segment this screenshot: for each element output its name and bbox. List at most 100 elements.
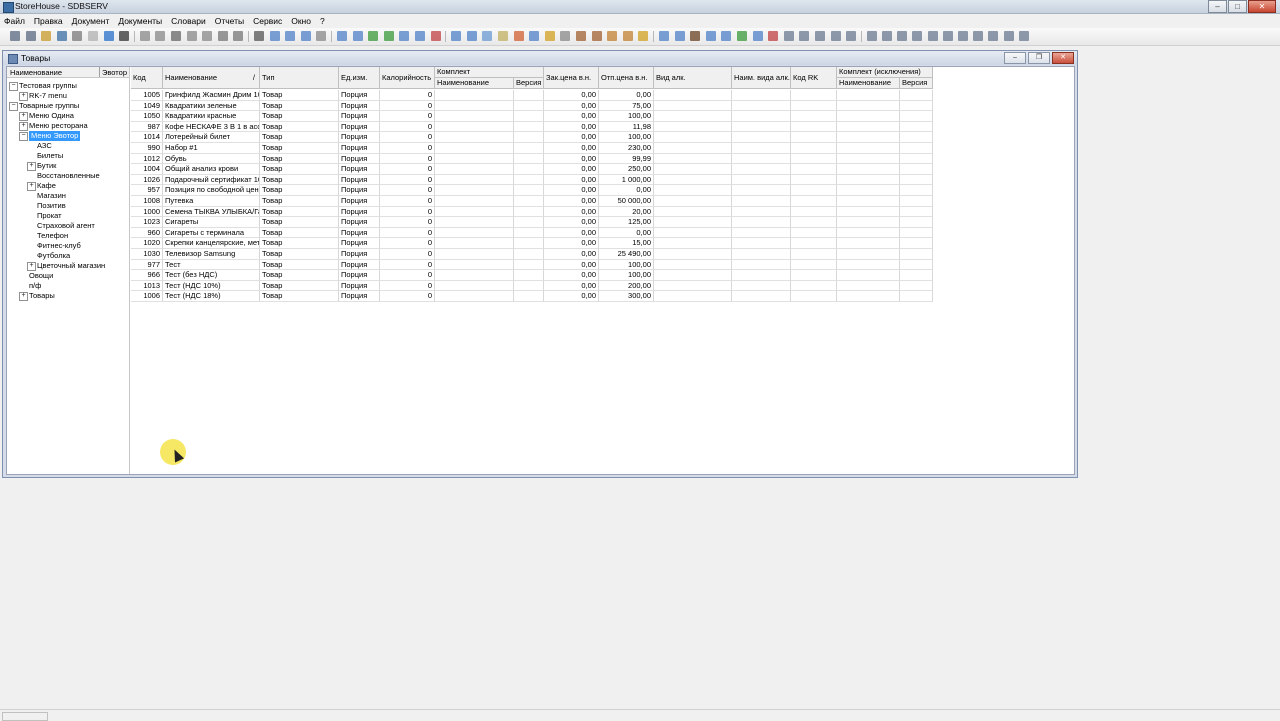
cell-unit[interactable]: Порция <box>339 90 380 101</box>
table-row[interactable]: 1049 Квадратики зеленые Товар Порция 0 0,00 75… <box>131 100 933 112</box>
cell-kitex-ver[interactable] <box>900 249 933 260</box>
cell-alc[interactable] <box>654 249 732 260</box>
cell-buy[interactable]: 0,00 <box>544 227 599 239</box>
collapse-icon[interactable]: − <box>9 82 18 91</box>
cell-alcname[interactable] <box>732 196 791 207</box>
cell-cal[interactable]: 0 <box>380 270 435 281</box>
cell-rk[interactable] <box>791 259 837 271</box>
cell-buy[interactable]: 0,00 <box>544 238 599 249</box>
cell-alcname[interactable] <box>732 259 791 271</box>
cell-kod[interactable]: 1000 <box>131 206 163 218</box>
toolbar-button[interactable] <box>674 31 685 41</box>
column-header-kitex-ver[interactable]: Версия <box>900 78 933 89</box>
toolbar-button[interactable] <box>10 31 20 41</box>
cell-kod[interactable]: 990 <box>131 143 163 154</box>
cell-sell[interactable]: 100,00 <box>599 270 654 281</box>
cell-rk[interactable] <box>791 111 837 122</box>
cell-unit[interactable]: Порция <box>339 111 380 122</box>
toolbar-button[interactable] <box>88 31 98 41</box>
cell-cal[interactable]: 0 <box>380 227 435 239</box>
cell-sell[interactable]: 230,00 <box>599 143 654 154</box>
toolbar-button[interactable] <box>752 31 763 41</box>
cell-kod[interactable]: 957 <box>131 185 163 196</box>
column-header-kod[interactable]: Код <box>131 67 163 89</box>
cell-alcname[interactable] <box>732 270 791 281</box>
cell-kit-ver[interactable] <box>514 291 544 302</box>
cell-alcname[interactable] <box>732 132 791 143</box>
toolbar-button[interactable] <box>897 31 908 41</box>
toolbar-button[interactable] <box>513 31 524 41</box>
table-row[interactable]: 1030 Телевизор Samsung Товар Порция 0 0,00 25 … <box>131 249 933 260</box>
cell-unit[interactable]: Порция <box>339 259 380 271</box>
cell-name[interactable]: Квадратики красные <box>163 111 260 122</box>
cell-unit[interactable]: Порция <box>339 143 380 154</box>
cell-kit-name[interactable] <box>435 238 514 249</box>
table-row[interactable]: 1005 Гринфилд Жасмин Дрим 100 Товар Порция 0… <box>131 90 933 101</box>
cell-cal[interactable]: 0 <box>380 100 435 112</box>
cell-alc[interactable] <box>654 270 732 281</box>
toolbar-button[interactable] <box>368 31 379 41</box>
cell-sell[interactable]: 200,00 <box>599 280 654 292</box>
toolbar-button[interactable] <box>544 31 555 41</box>
cell-name[interactable]: Сигареты с терминала <box>163 227 260 239</box>
cell-name[interactable]: Лотерейный билет <box>163 132 260 143</box>
toolbar-button[interactable] <box>882 31 892 41</box>
cell-kitex-ver[interactable] <box>900 111 933 122</box>
cell-name[interactable]: Кофе НЕСКАФЕ 3 В 1 в асс <box>163 121 260 133</box>
cell-rk[interactable] <box>791 291 837 302</box>
cell-kitex-ver[interactable] <box>900 100 933 112</box>
cell-kit-name[interactable] <box>435 90 514 101</box>
cell-kit-name[interactable] <box>435 217 514 228</box>
toolbar-button[interactable] <box>576 31 586 41</box>
cell-sell[interactable]: 0,00 <box>599 90 654 101</box>
cell-sell[interactable]: 99,99 <box>599 153 654 165</box>
cell-unit[interactable]: Порция <box>339 153 380 165</box>
toolbar-button[interactable] <box>186 31 197 41</box>
cell-sell[interactable]: 25 490,00 <box>599 249 654 260</box>
cell-sell[interactable]: 11,98 <box>599 121 654 133</box>
cell-type[interactable]: Товар <box>260 90 339 101</box>
cell-alc[interactable] <box>654 238 732 249</box>
cell-kod[interactable]: 1014 <box>131 132 163 143</box>
toolbar-button[interactable] <box>988 31 999 41</box>
table-row[interactable]: 1014 Лотерейный билет Товар Порция 0 0,00 100,… <box>131 132 933 143</box>
table-row[interactable]: 1050 Квадратики красные Товар Порция 0 0,00 10… <box>131 111 933 122</box>
table-row[interactable]: 987 Кофе НЕСКАФЕ 3 В 1 в асс Товар Порция 0 0… <box>131 121 933 133</box>
cell-kit-ver[interactable] <box>514 217 544 228</box>
toolbar-button[interactable] <box>482 31 493 41</box>
minimize-button[interactable]: ‒ <box>1208 0 1227 13</box>
column-header-alcname[interactable]: Наим. вида алк. <box>732 67 791 89</box>
cell-sell[interactable]: 100,00 <box>599 259 654 271</box>
toolbar-button[interactable] <box>41 31 52 41</box>
toolbar-button[interactable] <box>942 31 953 41</box>
toolbar-button[interactable] <box>300 31 311 41</box>
cell-alcname[interactable] <box>732 185 791 196</box>
cell-unit[interactable]: Порция <box>339 185 380 196</box>
table-row[interactable]: 1013 Тест (НДС 10%) Товар Порция 0 0,00 200,00 <box>131 280 933 292</box>
toolbar-button[interactable] <box>466 31 477 41</box>
cell-kitex-name[interactable] <box>837 196 900 207</box>
menu-item[interactable]: Документы <box>114 14 167 27</box>
cell-alc[interactable] <box>654 206 732 218</box>
cell-cal[interactable]: 0 <box>380 196 435 207</box>
cell-unit[interactable]: Порция <box>339 249 380 260</box>
toolbar-button[interactable] <box>139 31 150 41</box>
table-row[interactable]: 966 Тест (без НДС) Товар Порция 0 0,00 100,00 <box>131 270 933 281</box>
cell-kitex-ver[interactable] <box>900 121 933 133</box>
cell-buy[interactable]: 0,00 <box>544 196 599 207</box>
menu-item[interactable]: Словари <box>167 14 211 27</box>
cell-name[interactable]: Скрепки канцелярские, мет <box>163 238 260 249</box>
cell-cal[interactable]: 0 <box>380 206 435 218</box>
cell-alc[interactable] <box>654 259 732 271</box>
column-header-kitex-name[interactable]: Наименование <box>837 78 900 89</box>
cell-unit[interactable]: Порция <box>339 174 380 186</box>
cell-unit[interactable]: Порция <box>339 164 380 175</box>
cell-alc[interactable] <box>654 132 732 143</box>
cell-kitex-ver[interactable] <box>900 280 933 292</box>
cell-kitex-ver[interactable] <box>900 143 933 154</box>
toolbar-button[interactable] <box>415 31 425 41</box>
cell-rk[interactable] <box>791 206 837 218</box>
expand-icon[interactable]: + <box>19 292 28 301</box>
toolbar-button[interactable] <box>815 31 825 41</box>
table-row[interactable]: 957 Позиция по свободной цене Товар Порция 0… <box>131 185 933 196</box>
